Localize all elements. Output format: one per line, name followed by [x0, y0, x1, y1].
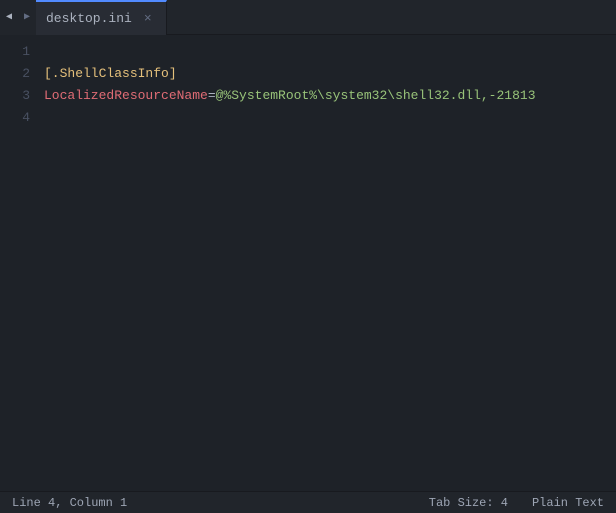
- code-line-2: [.ShellClassInfo]: [44, 63, 606, 85]
- line-numbers: 1 2 3 4: [0, 35, 40, 491]
- line-number-2: 2: [0, 63, 30, 85]
- scrollbar[interactable]: [606, 35, 616, 491]
- tab-bar: ◀ ▶ desktop.ini ×: [0, 0, 616, 35]
- code-line-4: [44, 107, 606, 129]
- code-line-1: [44, 41, 606, 63]
- code-value: @%SystemRoot%\system32\shell32.dll,-2181…: [216, 88, 536, 103]
- line-number-4: 4: [0, 107, 30, 129]
- status-tab-size[interactable]: Tab Size: 4: [425, 496, 512, 510]
- status-bar: Line 4, Column 1 Tab Size: 4 Plain Text: [0, 491, 616, 513]
- status-right: Tab Size: 4 Plain Text: [425, 496, 608, 510]
- code-key: LocalizedResourceName: [44, 88, 208, 103]
- tab-label: desktop.ini: [46, 11, 132, 26]
- status-language[interactable]: Plain Text: [528, 496, 608, 510]
- line-number-1: 1: [0, 41, 30, 63]
- file-tab[interactable]: desktop.ini ×: [36, 0, 167, 35]
- line-number-3: 3: [0, 85, 30, 107]
- code-bracket: [.ShellClassInfo]: [44, 66, 177, 81]
- status-left: Line 4, Column 1: [8, 496, 131, 510]
- code-line-3: LocalizedResourceName=@%SystemRoot%\syst…: [44, 85, 606, 107]
- code-operator: =: [208, 88, 216, 103]
- code-editor[interactable]: [.ShellClassInfo] LocalizedResourceName=…: [40, 35, 606, 491]
- status-position[interactable]: Line 4, Column 1: [8, 496, 131, 510]
- tab-prev-button[interactable]: ◀: [0, 0, 18, 35]
- editor-area: 1 2 3 4 [.ShellClassInfo] LocalizedResou…: [0, 35, 616, 491]
- tab-close-button[interactable]: ×: [140, 10, 156, 26]
- tab-next-button[interactable]: ▶: [18, 0, 36, 35]
